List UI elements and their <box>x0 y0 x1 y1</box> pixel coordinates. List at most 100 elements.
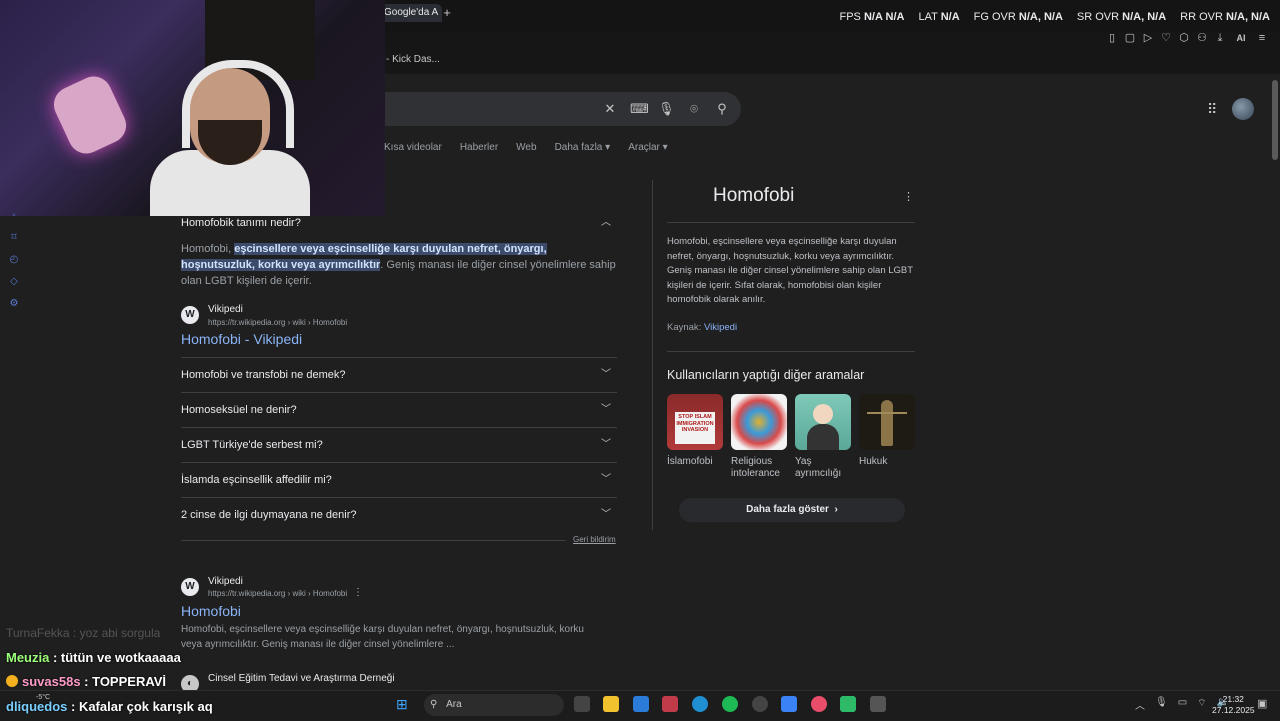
download-icon[interactable]: ⤓ <box>1214 32 1226 44</box>
related-search-item[interactable]: Religious intolerance <box>731 394 787 480</box>
headphones <box>182 60 294 148</box>
stat-fg-ovr: FG OVR N/A, N/A <box>973 11 1063 23</box>
taskbar-search[interactable]: ⚲ Ara <box>424 694 564 716</box>
chevron-down-icon: ﹀ <box>601 509 611 520</box>
bookmark-icon[interactable]: ▯ <box>1106 32 1118 44</box>
faq-answer: Homofobi, eşcinsellere veya eşcinselliğe… <box>181 243 616 287</box>
side-icon-2[interactable]: ⌑ <box>8 232 20 244</box>
side-icon-1[interactable]: ◦ <box>8 210 20 222</box>
search-icon[interactable]: ⚲ <box>714 100 730 118</box>
clear-icon[interactable]: ✕ <box>602 100 618 118</box>
divider <box>667 351 915 352</box>
result-source-name: Cinsel Eğitim Tedavi ve Araştırma Derneğ… <box>208 673 395 684</box>
panel-divider <box>652 180 653 530</box>
opera-icon[interactable] <box>811 696 827 712</box>
chevron-down-icon: ﹀ <box>601 474 611 485</box>
play-icon[interactable]: ▷ <box>1142 32 1154 44</box>
profile-icon[interactable]: ⚇ <box>1196 32 1208 44</box>
tab-tools[interactable]: Araçlar ▾ <box>628 142 668 153</box>
scrollbar[interactable] <box>1272 80 1278 160</box>
more-options-icon[interactable]: ⋮ <box>353 587 363 598</box>
app-icon[interactable] <box>781 696 797 712</box>
tab-more[interactable]: Daha fazla ▾ <box>555 142 611 153</box>
microphone <box>48 70 132 160</box>
result-title-link[interactable]: Homofobi <box>181 603 241 619</box>
steam-icon[interactable] <box>752 696 768 712</box>
chat-message: dliquedos : Kafalar çok karışık aq <box>6 699 213 714</box>
wifi-icon[interactable]: ⌔ <box>1197 697 1206 712</box>
side-panel-icons: ◦ ⌑ ◴ ◇ ⚙ <box>8 210 20 310</box>
extensions-icon[interactable]: ⬡ <box>1178 32 1190 44</box>
microphone-icon[interactable]: 🎙 <box>1155 697 1168 712</box>
heart-icon[interactable]: ♡ <box>1160 32 1172 44</box>
related-label: Religious intolerance <box>731 456 780 479</box>
result-source-url: https://tr.wikipedia.org › wiki › Homofo… <box>208 589 348 598</box>
related-label: İslamofobi <box>667 456 713 467</box>
edge-icon[interactable] <box>692 696 708 712</box>
panel-source: Kaynak: Vikipedi <box>667 322 738 333</box>
chevron-up-icon[interactable]: ︿ <box>1135 697 1145 712</box>
chat-message: suvas58s : TOPPERAVİ <box>6 674 166 689</box>
ageism-thumbnail <box>795 394 851 450</box>
faq-question[interactable]: LGBT Türkiye'de serbest mi? ﹀ <box>181 428 617 463</box>
chat-username: dliquedos <box>6 699 68 714</box>
webcam-overlay <box>0 0 385 216</box>
file-explorer-icon[interactable] <box>603 696 619 712</box>
tab-news[interactable]: Haberler <box>460 142 498 153</box>
clock[interactable]: 21:32 27.12.2025 <box>1212 694 1255 716</box>
also-searched-heading: Kullanıcıların yaptığı diğer aramalar <box>667 368 865 382</box>
chevron-up-icon: ︿ <box>601 217 611 228</box>
side-icon-4[interactable]: ◇ <box>8 276 20 288</box>
chevron-down-icon: ﹀ <box>601 369 611 380</box>
kick-icon[interactable] <box>840 696 856 712</box>
related-search-item[interactable]: STOP ISLAM IMMIGRATION INVASION İslamofo… <box>667 394 723 468</box>
faq-question[interactable]: İslamda eşcinsellik affedilir mi? ﹀ <box>181 463 617 498</box>
stat-rr-ovr: RR OVR N/A, N/A <box>1180 11 1270 23</box>
notification-icon[interactable]: ▣ <box>1257 697 1267 710</box>
obs-icon[interactable] <box>870 696 886 712</box>
more-vert-icon[interactable]: ⋮ <box>903 190 914 203</box>
stat-sr-ovr: SR OVR N/A, N/A <box>1076 11 1167 23</box>
panel-source-link[interactable]: Vikipedi <box>704 322 737 333</box>
islamophobia-thumbnail: STOP ISLAM IMMIGRATION INVASION <box>667 394 723 450</box>
app-icon[interactable] <box>662 696 678 712</box>
store-icon[interactable] <box>633 696 649 712</box>
microphone-icon[interactable]: 🎙 <box>658 100 675 118</box>
lens-icon[interactable]: ⌾ <box>686 100 702 118</box>
faq-question[interactable]: Homofobi ve transfobi ne demek? ﹀ <box>181 358 617 393</box>
history-icon[interactable]: ◴ <box>8 254 20 266</box>
faq-question[interactable]: Homoseksüel ne denir? ﹀ <box>181 393 617 428</box>
bookmark-item[interactable]: - Kick Das... <box>386 54 440 65</box>
display-icon[interactable]: ▭ <box>1178 697 1187 712</box>
panel-title: Homofobi <box>713 185 795 206</box>
task-view-icon[interactable] <box>574 696 590 712</box>
browser-tab[interactable]: Google'da A <box>378 4 442 22</box>
performance-overlay: FPS N/A N/A LAT N/A FG OVR N/A, N/A SR O… <box>839 11 1270 23</box>
ai-icon[interactable]: AI <box>1232 32 1250 44</box>
divider <box>181 540 566 541</box>
chevron-down-icon: ﹀ <box>601 439 611 450</box>
source-link[interactable]: Homofobi - Vikipedi <box>181 331 302 347</box>
related-search-item[interactable]: Yaş ayrımcılığı <box>795 394 851 480</box>
tab-web[interactable]: Web <box>516 142 536 153</box>
settings-icon[interactable]: ⚙ <box>8 298 20 310</box>
keyboard-icon[interactable]: ⌨ <box>630 100 649 118</box>
menu-icon[interactable]: ≡ <box>1256 32 1268 44</box>
feedback-link[interactable]: Geri bildirim <box>573 535 616 544</box>
windows-start-icon[interactable]: ⊞ <box>396 696 412 712</box>
faq-open-question[interactable]: Homofobik tanımı nedir? ︿ <box>181 206 617 240</box>
result-description: Homofobi, eşcinsellere veya eşcinselliğe… <box>181 624 584 650</box>
spotify-icon[interactable] <box>722 696 738 712</box>
faq-question[interactable]: 2 cinse de ilgi duymayana ne denir? ﹀ <box>181 498 617 532</box>
related-label: Hukuk <box>859 456 888 467</box>
related-search-item[interactable]: Hukuk <box>859 394 915 468</box>
tab-short-videos[interactable]: Kısa videolar <box>384 142 442 153</box>
avatar[interactable] <box>1232 98 1254 120</box>
stat-lat: LAT N/A <box>918 11 960 23</box>
divider <box>667 222 915 223</box>
screenshot-icon[interactable]: ▢ <box>1124 32 1136 44</box>
apps-grid-icon[interactable]: ⠿ <box>1207 101 1217 118</box>
show-more-button[interactable]: Daha fazla göster › <box>679 498 905 522</box>
stat-fps: FPS N/A N/A <box>839 11 905 23</box>
new-tab-button[interactable]: + <box>440 4 454 22</box>
